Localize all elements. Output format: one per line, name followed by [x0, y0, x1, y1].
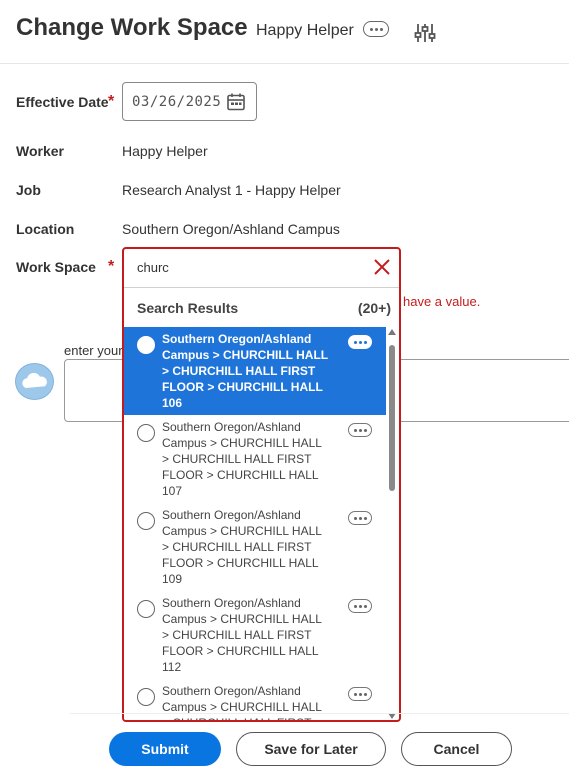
worker-value[interactable]: Happy Helper [122, 143, 208, 159]
option-related-actions-button[interactable] [348, 335, 372, 349]
validation-error-text: have a value. [403, 294, 481, 309]
search-result-line: Campus > CHURCHILL HALL [162, 524, 322, 538]
ellipsis-icon [353, 340, 357, 344]
ellipsis-icon [353, 428, 357, 432]
search-result-option[interactable]: Southern Oregon/Ashland Campus > CHURCHIL… [124, 591, 386, 679]
search-results-header: Search Results (20+) [124, 289, 399, 327]
ellipsis-icon [353, 692, 357, 696]
required-marker: * [108, 258, 115, 275]
search-result-option[interactable]: Southern Oregon/Ashland Campus > CHURCHIL… [124, 679, 386, 720]
option-related-actions-button[interactable] [348, 511, 372, 525]
search-result-line: Campus > CHURCHILL HALL [162, 436, 322, 450]
search-result-line: FLOOR > CHURCHILL HALL [162, 468, 319, 482]
job-value[interactable]: Research Analyst 1 - Happy Helper [122, 182, 341, 198]
job-label: Job [16, 182, 41, 198]
search-result-line: > CHURCHILL HALL FIRST [162, 540, 312, 554]
search-result-line: > CHURCHILL HALL FIRST [162, 628, 312, 642]
search-result-line: > CHURCHILL HALL FIRST [162, 715, 342, 720]
comment-label: enter your [64, 343, 123, 358]
search-result-line: > CHURCHILL HALL FIRST [162, 364, 316, 378]
ellipsis-icon [369, 27, 373, 31]
location-value[interactable]: Southern Oregon/Ashland Campus [122, 221, 340, 237]
page-title: Change Work Space [16, 14, 248, 41]
submit-button[interactable]: Submit [109, 732, 221, 766]
ellipsis-icon [353, 604, 357, 608]
search-result-line: FLOOR > CHURCHILL HALL [162, 556, 319, 570]
worker-label: Worker [16, 143, 64, 159]
location-label: Location [16, 221, 75, 237]
scrollbar[interactable] [387, 329, 397, 719]
worker-name-link[interactable]: Happy Helper [256, 22, 354, 40]
required-marker: * [108, 93, 115, 110]
work-space-label: Work Space [16, 259, 96, 275]
search-result-label: Southern Oregon/Ashland Campus > CHURCHIL… [162, 507, 342, 587]
search-result-line: Southern Oregon/Ashland [162, 420, 301, 434]
ellipsis-icon [353, 516, 357, 520]
search-results-list: Southern Oregon/Ashland Campus > CHURCHIL… [124, 327, 386, 720]
search-result-line: FLOOR > CHURCHILL HALL [162, 380, 323, 394]
search-results-title: Search Results [137, 300, 239, 316]
search-result-option[interactable]: Southern Oregon/Ashland Campus > CHURCHIL… [124, 327, 386, 415]
search-result-label: Southern Oregon/Ashland Campus > CHURCHIL… [162, 683, 342, 720]
cloud-icon [22, 372, 47, 388]
option-related-actions-button[interactable] [348, 687, 372, 701]
search-result-line: 109 [162, 572, 183, 586]
search-result-option[interactable]: Southern Oregon/Ashland Campus > CHURCHIL… [124, 503, 386, 591]
search-result-label: Southern Oregon/Ashland Campus > CHURCHIL… [162, 331, 342, 411]
option-related-actions-button[interactable] [348, 423, 372, 437]
related-actions-button[interactable] [363, 21, 389, 37]
search-results-count: (20+) [357, 300, 391, 316]
search-result-line: FLOOR > CHURCHILL HALL [162, 644, 319, 658]
avatar [15, 363, 54, 400]
radio-button[interactable] [137, 336, 155, 354]
page-header: Change Work Space Happy Helper [0, 0, 569, 64]
close-icon[interactable] [373, 258, 391, 276]
effective-date-label: Effective Date [16, 94, 109, 110]
effective-date-value: 03/26/2025 [132, 94, 222, 110]
search-result-label: Southern Oregon/Ashland Campus > CHURCHIL… [162, 419, 342, 499]
search-result-line: 106 [162, 396, 183, 410]
search-text: churc [137, 260, 169, 275]
work-space-search-input[interactable]: churc [124, 249, 399, 288]
search-result-line: 107 [162, 484, 183, 498]
search-result-option[interactable]: Southern Oregon/Ashland Campus > CHURCHIL… [124, 415, 386, 503]
search-result-line: Southern Oregon/Ashland [162, 332, 312, 346]
option-related-actions-button[interactable] [348, 599, 372, 613]
save-for-later-button[interactable]: Save for Later [236, 732, 386, 766]
footer-divider [70, 713, 569, 714]
effective-date-field[interactable]: 03/26/2025 [122, 82, 257, 121]
search-result-line: 112 [162, 660, 182, 674]
search-result-line: Campus > CHURCHILL HALL [162, 612, 322, 626]
search-result-line: Campus > CHURCHILL HALL [162, 348, 329, 362]
scroll-up-arrow-icon[interactable] [388, 329, 396, 335]
radio-button[interactable] [137, 512, 155, 530]
search-result-line: Southern Oregon/Ashland [162, 684, 301, 698]
search-result-line: > CHURCHILL HALL FIRST [162, 452, 312, 466]
radio-button[interactable] [137, 600, 155, 618]
radio-button[interactable] [137, 688, 155, 706]
radio-button[interactable] [137, 424, 155, 442]
scrollbar-thumb[interactable] [389, 345, 395, 491]
search-result-line: Southern Oregon/Ashland [162, 596, 301, 610]
sliders-icon[interactable] [414, 22, 436, 44]
cancel-button[interactable]: Cancel [401, 732, 512, 766]
calendar-icon[interactable] [226, 92, 246, 112]
work-space-prompt[interactable]: churc Search Results (20+) Southern Oreg… [122, 247, 401, 722]
search-result-line: Southern Oregon/Ashland [162, 508, 301, 522]
search-result-label: Southern Oregon/Ashland Campus > CHURCHIL… [162, 595, 342, 675]
